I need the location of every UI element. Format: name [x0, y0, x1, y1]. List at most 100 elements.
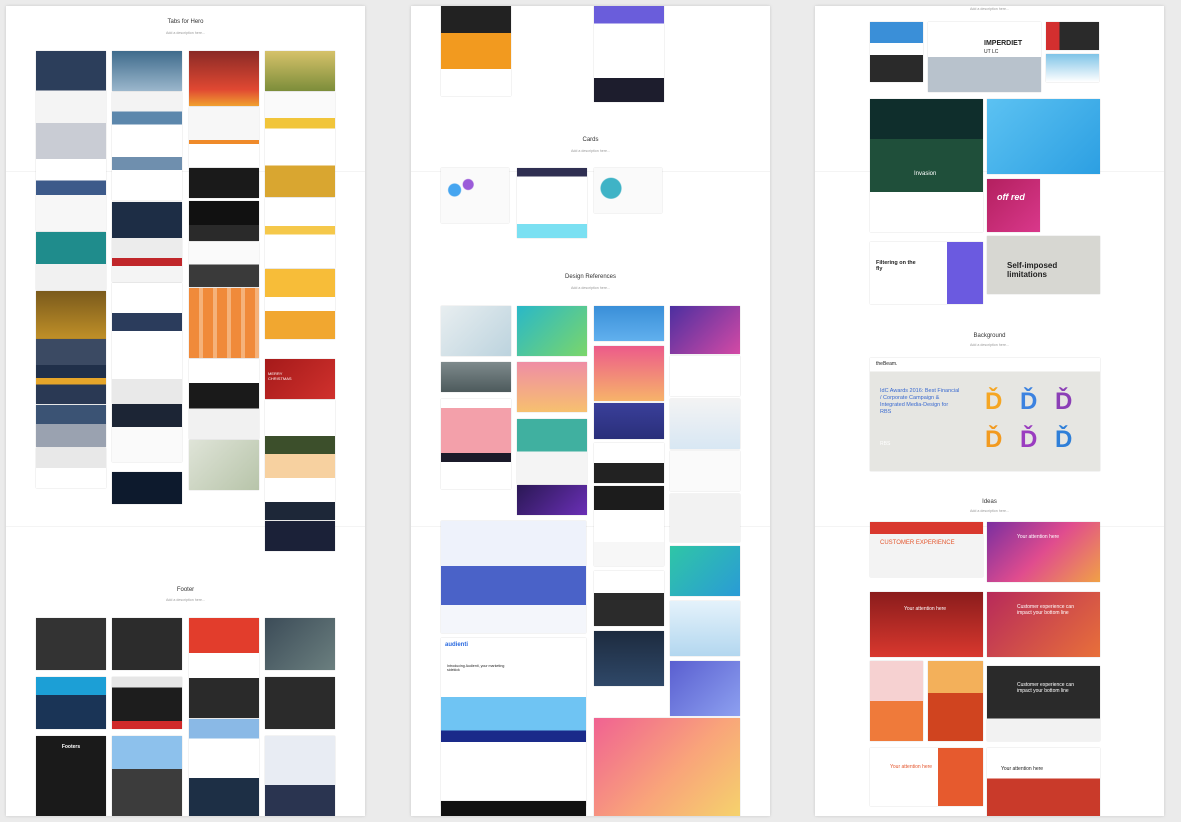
footer-thumb[interactable] [112, 736, 182, 816]
hero-thumb[interactable] [112, 92, 182, 200]
hero-thumb[interactable] [112, 472, 182, 504]
hero-thumb[interactable] [189, 359, 259, 439]
footer-thumb[interactable] [265, 677, 335, 729]
footer-thumb[interactable] [36, 677, 106, 729]
self-imposed-thumb[interactable]: Self-imposed limitations [987, 236, 1100, 294]
hero-thumb[interactable] [265, 400, 335, 520]
footer-thumb[interactable] [265, 618, 335, 670]
ref-thumb[interactable] [670, 451, 740, 491]
hero-thumb[interactable] [189, 51, 259, 106]
ref-thumb[interactable] [670, 399, 740, 449]
hero-thumb[interactable] [189, 288, 259, 358]
card-thumb[interactable] [441, 168, 509, 223]
ref-thumb[interactable] [987, 99, 1100, 174]
hero-thumb[interactable] [265, 269, 335, 339]
idea-thumb[interactable]: Your attention here [987, 748, 1100, 816]
ref-thumb[interactable] [670, 546, 740, 596]
section-desc-background[interactable]: Add a description here... [815, 343, 1164, 347]
footer-thumb[interactable] [36, 618, 106, 670]
idea-thumb[interactable]: Your attention here [987, 522, 1100, 582]
imperdiet-thumb[interactable]: IMPERDIET UT LC [928, 22, 1041, 92]
idc-thumb[interactable]: theBeam. IdC Awards 2016: Best Financial… [870, 358, 1100, 471]
ref-thumb[interactable] [441, 399, 511, 489]
board-2: Cards Add a description here... Design R… [411, 6, 770, 816]
hero-thumb[interactable] [189, 168, 259, 198]
ref-thumb[interactable] [670, 661, 740, 716]
card-thumb[interactable] [594, 168, 662, 213]
ref-thumb[interactable] [670, 306, 740, 354]
card-thumb[interactable] [517, 168, 587, 238]
idea-thumb[interactable] [870, 661, 923, 741]
section-desc-tabs-for-hero[interactable]: Add a description here... [6, 31, 365, 35]
hero-thumb[interactable] [189, 242, 259, 287]
hero-thumb[interactable] [265, 521, 335, 551]
ref-thumb[interactable] [517, 485, 587, 515]
idea-thumb[interactable]: Customer experience can impact your bott… [987, 592, 1100, 657]
ref-thumb[interactable] [594, 631, 664, 686]
section-desc-design-references[interactable]: Add a description here... [411, 286, 770, 290]
ref-thumb[interactable] [594, 718, 740, 816]
ref-thumb[interactable] [870, 22, 923, 82]
ref-thumb[interactable] [1046, 54, 1099, 82]
idea-thumb[interactable]: Your attention here [870, 748, 983, 806]
attention-text: Your attention here [1001, 766, 1044, 772]
footer-thumb[interactable] [265, 736, 335, 816]
ref-thumb[interactable] [517, 306, 587, 356]
hero-thumb[interactable]: MERRY CHRISTMAS [265, 359, 335, 399]
filtering-thumb[interactable]: Filtering on the fly [870, 242, 983, 304]
footer-thumb[interactable] [189, 719, 259, 816]
offred-thumb[interactable]: off red [987, 179, 1040, 232]
ref-thumb[interactable] [1046, 22, 1099, 50]
hero-thumb[interactable] [112, 202, 182, 282]
hero-thumb[interactable] [36, 291, 106, 339]
hero-thumb[interactable] [265, 51, 335, 91]
audienti-thumb[interactable]: audienti Introducing Audienti, your mark… [441, 638, 586, 806]
idea-thumb[interactable]: Your attention here [870, 592, 983, 657]
ref-thumb[interactable] [670, 356, 740, 396]
hero-thumb[interactable] [189, 107, 259, 167]
hero-thumb[interactable] [189, 201, 259, 241]
ref-thumb[interactable] [594, 306, 664, 341]
hero-thumb[interactable] [265, 92, 335, 197]
card-thumb[interactable] [594, 6, 664, 102]
ref-thumb[interactable] [670, 601, 740, 656]
card-thumb[interactable] [441, 6, 511, 96]
footer-thumb[interactable] [189, 618, 259, 718]
hero-thumb[interactable] [36, 232, 106, 290]
footer-thumb[interactable] [112, 677, 182, 729]
footer-thumb[interactable] [112, 618, 182, 670]
ref-thumb[interactable] [594, 346, 664, 401]
idea-thumb[interactable] [928, 661, 983, 741]
invasion-thumb[interactable]: Invasion [870, 99, 983, 232]
hero-thumb[interactable] [36, 405, 106, 447]
ref-thumb[interactable] [441, 306, 511, 356]
ref-thumb[interactable] [594, 443, 664, 483]
ref-thumb[interactable] [517, 419, 587, 484]
hero-thumb[interactable] [112, 51, 182, 91]
ref-thumb[interactable] [441, 362, 511, 392]
ref-thumb[interactable] [517, 362, 587, 412]
section-desc-cards[interactable]: Add a description here... [411, 149, 770, 153]
idea-thumb[interactable]: CUSTOMER EXPERIENCE [870, 522, 983, 577]
hero-thumb[interactable] [36, 51, 106, 231]
top-desc[interactable]: Add a description here... [815, 7, 1164, 11]
invasion-title: Invasion [914, 171, 937, 177]
footers-text: Footers [61, 744, 81, 750]
hero-thumb[interactable] [189, 440, 259, 490]
section-desc-footer[interactable]: Add a description here... [6, 598, 365, 602]
ref-thumb[interactable] [594, 403, 664, 439]
ref-thumb[interactable] [594, 486, 664, 566]
hero-thumb[interactable] [112, 283, 182, 403]
hero-thumb[interactable] [265, 198, 335, 268]
hero-thumb[interactable] [36, 339, 106, 404]
section-desc-ideas[interactable]: Add a description here... [815, 509, 1164, 513]
ref-thumb[interactable] [441, 801, 586, 816]
hero-thumb[interactable] [112, 404, 182, 462]
footer-thumb[interactable]: Footers [36, 736, 106, 816]
idc-text: IdC Awards 2016: Best Financial / Corpor… [880, 388, 960, 415]
ref-thumb[interactable] [441, 521, 586, 633]
hero-thumb[interactable] [36, 448, 106, 488]
idea-thumb[interactable]: Customer experience can impact your bott… [987, 666, 1100, 741]
ref-thumb[interactable] [670, 494, 740, 542]
ref-thumb[interactable] [594, 571, 664, 626]
